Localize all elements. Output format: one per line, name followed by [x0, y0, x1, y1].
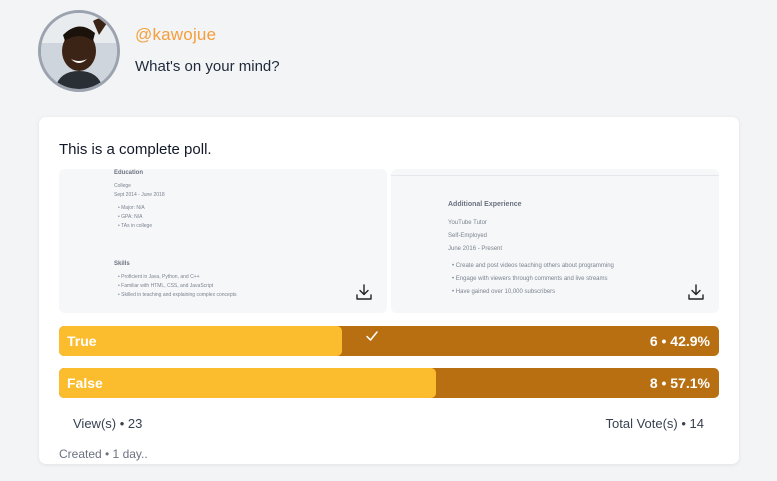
total-votes-count: Total Vote(s) • 14: [605, 416, 705, 431]
created-timestamp: Created • 1 day..: [59, 447, 148, 461]
views-count: View(s) • 23: [73, 416, 143, 431]
doc-bullet: Engage with viewers through comments and…: [455, 276, 608, 282]
doc-line: June 2016 - Present: [448, 246, 503, 252]
attachment-image-1[interactable]: Education College Sept 2014 - June 2018 …: [59, 169, 387, 313]
additional-experience-heading: Additional Experience: [448, 201, 522, 208]
resume-page-2: Additional Experience YouTube Tutor Self…: [448, 201, 614, 295]
doc-bullet: Familiar with HTML, CSS, and JavaScript: [121, 283, 214, 289]
poll-option-stat: 6 • 42.9%: [649, 333, 710, 349]
username[interactable]: @kawojue: [135, 25, 280, 45]
poll-option-stat: 8 • 57.1%: [649, 375, 710, 391]
attachment-image-2[interactable]: Additional Experience YouTube Tutor Self…: [391, 169, 719, 313]
checkmark-icon: [366, 331, 378, 341]
poll-card: This is a complete poll. Education Colle…: [39, 117, 739, 464]
doc-line: College: [114, 183, 131, 189]
poll-option-true[interactable]: True 6 • 42.9%: [59, 326, 719, 356]
doc-divider: [391, 175, 719, 176]
post-header: @kawojue What's on your mind?: [38, 10, 280, 92]
avatar-image: [41, 13, 117, 89]
doc-bullet: GPA: N/A: [121, 214, 143, 220]
whats-on-your-mind-prompt[interactable]: What's on your mind?: [135, 58, 280, 75]
doc-line: YouTube Tutor: [448, 220, 487, 226]
poll-option-fill: [59, 326, 343, 356]
poll-option-fill: [59, 368, 436, 398]
doc-bullet: Proficient in Java, Python, and C++: [121, 274, 200, 280]
download-icon[interactable]: [355, 283, 373, 301]
doc-line: Self-Employed: [448, 233, 488, 239]
poll-option-label: True: [67, 333, 97, 349]
download-icon[interactable]: [687, 283, 705, 301]
poll-option-false[interactable]: False 8 • 57.1%: [59, 368, 719, 398]
doc-bullet: Skilled in teaching and explaining compl…: [121, 292, 237, 298]
doc-bullet: Have gained over 10,000 subscribers: [455, 289, 556, 295]
post-caption: This is a complete poll.: [59, 141, 212, 158]
doc-bullet: Major: N/A: [121, 205, 145, 211]
doc-line: Sept 2014 - June 2018: [114, 192, 165, 198]
doc-bullet: TAs in college: [121, 223, 153, 229]
resume-page-1: Education College Sept 2014 - June 2018 …: [114, 170, 237, 298]
poll-option-label: False: [67, 375, 103, 391]
avatar[interactable]: [38, 10, 120, 92]
doc-bullet: Create and post videos teaching others a…: [455, 263, 614, 269]
